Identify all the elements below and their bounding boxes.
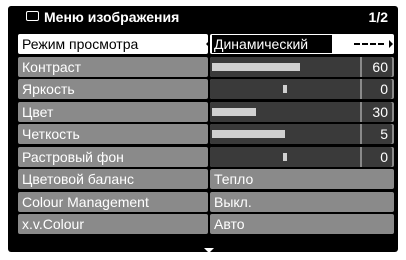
- row-label: Контраст: [18, 56, 208, 77]
- option-value: Тепло: [214, 171, 254, 187]
- menu-row-viewing-mode[interactable]: Режим просмотра Динамический: [18, 34, 394, 54]
- slider-track[interactable]: [210, 146, 360, 167]
- menu-row-color[interactable]: Цвет 30: [18, 101, 394, 122]
- slider-track[interactable]: [210, 56, 360, 77]
- slider-marker: [283, 85, 287, 93]
- color-slider[interactable]: 30: [210, 101, 394, 122]
- row-label: Яркость: [18, 79, 208, 99]
- menu-row-xv-colour[interactable]: x.v.Colour Авто: [18, 214, 394, 234]
- contrast-slider[interactable]: 60: [210, 56, 394, 77]
- slider-track[interactable]: [210, 101, 360, 122]
- selected-value: Динамический: [212, 35, 332, 53]
- slider-fill: [212, 130, 285, 138]
- row-label: x.v.Colour: [18, 214, 208, 234]
- row-label: Режим просмотра: [18, 34, 208, 54]
- option-value: Авто: [214, 216, 245, 232]
- slider-track[interactable]: [210, 124, 360, 144]
- scroll-down-arrow-icon[interactable]: [204, 248, 214, 253]
- row-label: Цвет: [18, 101, 208, 122]
- menu-header: Меню изображения 1/2: [8, 6, 398, 28]
- sharpness-slider[interactable]: 5: [210, 124, 394, 144]
- color-balance-value[interactable]: Тепло: [210, 169, 394, 189]
- menu-row-contrast[interactable]: Контраст 60: [18, 56, 394, 77]
- row-label: Цветовой баланс: [18, 169, 208, 189]
- row-label: Четкость: [18, 124, 208, 144]
- brightness-slider[interactable]: 0: [210, 79, 394, 99]
- slider-value: 5: [362, 124, 392, 144]
- menu-title: Меню изображения: [44, 9, 180, 25]
- slider-fill: [212, 107, 256, 116]
- left-arrow-icon[interactable]: [206, 40, 210, 48]
- menu-row-brightness[interactable]: Яркость 0: [18, 79, 394, 99]
- viewing-mode-select[interactable]: Динамический: [206, 34, 394, 54]
- slider-value: 60: [362, 56, 392, 77]
- menu-row-colour-management[interactable]: Colour Management Выкл.: [18, 191, 394, 212]
- row-label: Colour Management: [18, 191, 208, 212]
- slider-track[interactable]: [210, 79, 360, 99]
- menu-row-color-balance[interactable]: Цветовой баланс Тепло: [18, 169, 394, 189]
- option-value: Выкл.: [214, 193, 252, 210]
- menu-row-raster-background[interactable]: Растровый фон 0: [18, 146, 394, 167]
- menu-row-sharpness[interactable]: Четкость 5: [18, 124, 394, 144]
- option-dots-icon: [354, 43, 384, 45]
- raster-background-slider[interactable]: 0: [210, 146, 394, 167]
- right-arrow-icon[interactable]: [389, 40, 393, 48]
- colour-management-value[interactable]: Выкл.: [210, 191, 394, 212]
- slider-value: 30: [362, 101, 392, 122]
- slider-fill: [212, 62, 300, 71]
- menu-rows: Режим просмотра Динамический Контраст 60…: [18, 34, 394, 237]
- slider-marker: [283, 152, 287, 161]
- slider-value: 0: [362, 79, 392, 99]
- row-label: Растровый фон: [18, 146, 208, 167]
- xv-colour-value[interactable]: Авто: [210, 214, 394, 234]
- menu-icon: [26, 11, 39, 21]
- picture-menu-panel: Меню изображения 1/2 Режим просмотра Дин…: [8, 6, 398, 253]
- slider-value: 0: [362, 146, 392, 167]
- page-indicator: 1/2: [368, 9, 388, 25]
